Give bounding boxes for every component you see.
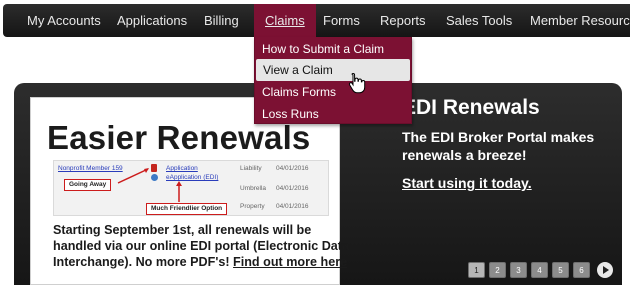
slide-headline: EDI Renewals: [402, 96, 540, 119]
play-icon[interactable]: [597, 262, 613, 278]
menu-item-how-to-submit-claim[interactable]: How to Submit a Claim: [255, 38, 411, 60]
page-button-3[interactable]: 3: [510, 262, 527, 278]
slide-subhead: The EDI Broker Portal makes renewals a b…: [402, 128, 612, 164]
mock-row-type: Property: [240, 203, 265, 210]
main-nav: My Accounts Applications Billing Claims …: [3, 4, 630, 37]
e-application-icon: [151, 174, 158, 181]
page-button-6[interactable]: 6: [573, 262, 590, 278]
nav-claims[interactable]: Claims: [254, 4, 316, 37]
arrow-left-icon: [117, 168, 149, 184]
portal-mockup: Nonprofit Member 159 Application eApplic…: [53, 160, 329, 216]
start-using-link[interactable]: Start using it today.: [402, 175, 532, 191]
mock-member-link: Nonprofit Member 159: [58, 165, 123, 172]
slide-subhead-line: renewals a breeze!: [402, 147, 527, 163]
ad-body-line: handled via our online EDI portal (Elect…: [53, 239, 350, 253]
nav-label: Applications: [117, 13, 188, 28]
mock-row-date: 04/01/2016: [276, 165, 309, 172]
find-out-more-link[interactable]: Find out more here: [233, 255, 347, 269]
nav-label: Claims: [265, 13, 305, 28]
mock-eapplication-link: eApplication (EDI): [166, 174, 219, 181]
mock-application-link: Application: [166, 165, 198, 172]
nav-applications[interactable]: Applications: [106, 4, 198, 37]
page-button-4[interactable]: 4: [531, 262, 548, 278]
hand-pointer-icon: [348, 72, 366, 94]
nav-my-accounts[interactable]: My Accounts: [16, 4, 112, 37]
arrow-up-icon: [176, 181, 182, 202]
slide-subhead-line: The EDI Broker Portal makes: [402, 129, 595, 145]
nav-member-resources[interactable]: Member Resources: [519, 4, 630, 37]
nav-label: Member Resources: [530, 13, 630, 28]
nav-sales-tools[interactable]: Sales Tools: [435, 4, 523, 37]
page-button-1[interactable]: 1: [468, 262, 485, 278]
nav-label: Sales Tools: [446, 13, 513, 28]
ad-body-text: Interchange). No more PDF's!: [53, 255, 234, 269]
mock-row-date: 04/01/2016: [276, 203, 309, 210]
page-button-2[interactable]: 2: [489, 262, 506, 278]
nav-forms[interactable]: Forms: [312, 4, 371, 37]
mock-row-type: Liability: [240, 165, 262, 172]
callout-going-away: Going Away: [64, 179, 112, 191]
nav-billing[interactable]: Billing: [193, 4, 250, 37]
menu-item-view-claim[interactable]: View a Claim: [256, 59, 410, 81]
mock-row-type: Umbrella: [240, 185, 267, 192]
ad-body-line: Interchange). No more PDF's! Find out mo…: [53, 254, 347, 270]
nav-label: Forms: [323, 13, 360, 28]
ad-body-line: Starting September 1st, all renewals wil…: [53, 223, 312, 237]
menu-item-claims-forms[interactable]: Claims Forms: [255, 81, 411, 103]
nav-label: Billing: [204, 13, 239, 28]
nav-reports[interactable]: Reports: [369, 4, 437, 37]
mock-row-date: 04/01/2016: [276, 185, 309, 192]
ad-body: Starting September 1st, all renewals wil…: [53, 222, 350, 270]
page-button-5[interactable]: 5: [552, 262, 569, 278]
claims-dropdown-menu: How to Submit a Claim View a Claim Claim…: [254, 37, 412, 124]
menu-item-loss-runs[interactable]: Loss Runs: [255, 103, 411, 125]
nav-label: My Accounts: [27, 13, 101, 28]
nav-label: Reports: [380, 13, 426, 28]
promo-slide-image[interactable]: Easier Renewals Nonprofit Member 159 App…: [30, 97, 350, 285]
callout-friendlier-option: Much Friendlier Option: [146, 203, 228, 215]
